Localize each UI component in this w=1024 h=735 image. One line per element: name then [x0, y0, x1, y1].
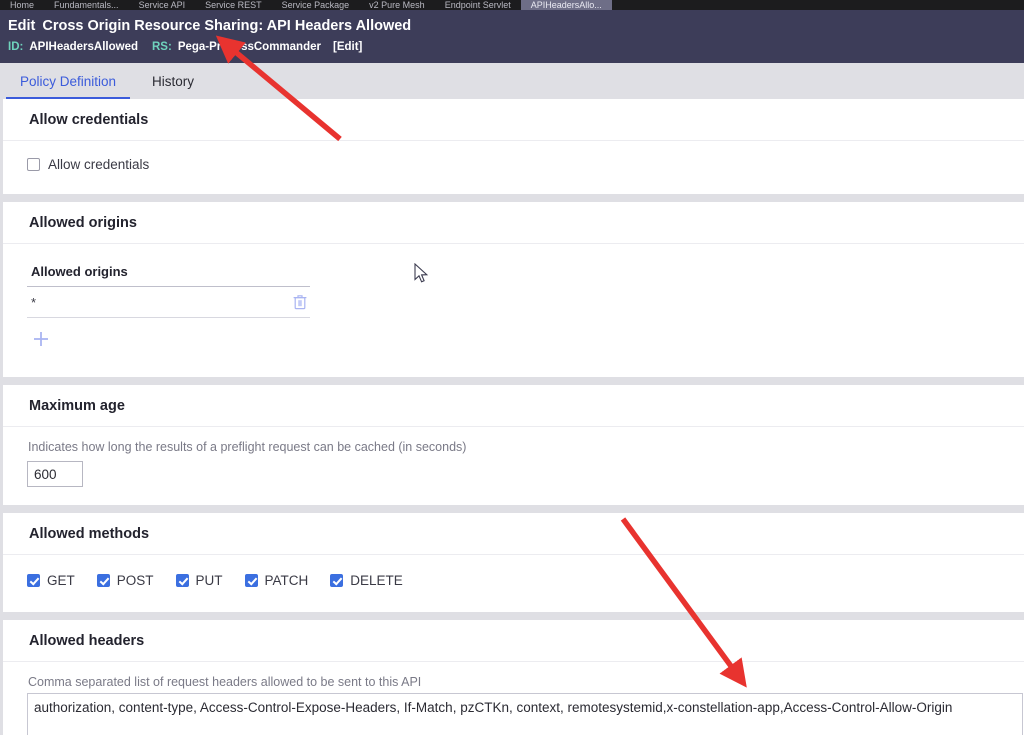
id-label: ID: [8, 41, 24, 53]
allowed-origins-add-row [27, 318, 310, 351]
tab-bar: Policy Definition History [0, 63, 1024, 99]
panel-allowed-headers: Allowed headers Comma separated list of … [0, 620, 1024, 735]
top-tab-home[interactable]: Home [0, 0, 44, 10]
trash-icon[interactable] [292, 293, 308, 311]
page-header: Edit Cross Origin Resource Sharing: API … [0, 10, 1024, 63]
top-tab-strip: Home Fundamentals... Service API Service… [0, 0, 1024, 10]
panel-title-allowed-headers: Allowed headers [29, 632, 145, 649]
allowed-origin-value[interactable]: * [31, 295, 36, 310]
method-label-delete: DELETE [350, 573, 403, 588]
panel-title-allow-credentials: Allow credentials [29, 111, 149, 128]
method-checkbox-post[interactable] [96, 574, 110, 587]
panel-maximum-age: Maximum age Indicates how long the resul… [0, 385, 1024, 505]
allowed-headers-hint: Comma separated list of request headers … [28, 675, 422, 689]
tab-history[interactable]: History [138, 63, 208, 99]
mouse-cursor [414, 263, 429, 283]
top-tab-endpoint-servlet[interactable]: Endpoint Servlet [435, 0, 521, 10]
panel-allow-credentials: Allow credentials Allow credentials [0, 99, 1024, 194]
method-checkbox-row-delete[interactable]: DELETE [330, 573, 403, 588]
method-label-post: POST [116, 573, 154, 588]
method-checkbox-row-post[interactable]: POST [96, 573, 154, 588]
panel-body-allow-credentials: Allow credentials [3, 141, 1024, 194]
panel-header-allowed-headers: Allowed headers [3, 620, 1024, 662]
allowed-headers-input[interactable] [27, 693, 1023, 735]
allowed-methods-row: GET POST PUT PATCH DELETE [27, 573, 998, 588]
ruleset-label: RS: [152, 41, 172, 53]
panel-allowed-methods: Allowed methods GET POST PUT PATCH DELET… [0, 513, 1024, 612]
panel-allowed-origins: Allowed origins Allowed origins * [0, 202, 1024, 377]
top-tab-fundamentals[interactable]: Fundamentals... [44, 0, 129, 10]
panel-body-allowed-headers: Comma separated list of request headers … [3, 662, 1024, 735]
panel-header-allowed-origins: Allowed origins [3, 202, 1024, 244]
method-checkbox-row-put[interactable]: PUT [175, 573, 223, 588]
header-action-label: Edit [8, 18, 36, 34]
panel-body-allowed-origins: Allowed origins * [3, 244, 1024, 377]
top-tab-api-headers-allowed[interactable]: APIHeadersAllo... [520, 0, 612, 10]
panel-title-allowed-methods: Allowed methods [29, 525, 150, 542]
method-label-put: PUT [195, 573, 223, 588]
allowed-origins-column-header: Allowed origins [27, 264, 310, 287]
page-title: Edit Cross Origin Resource Sharing: API … [8, 16, 1024, 36]
method-checkbox-delete[interactable] [330, 574, 344, 587]
panel-header-maximum-age: Maximum age [3, 385, 1024, 427]
method-label-get: GET [47, 573, 75, 588]
header-title-text: Cross Origin Resource Sharing: API Heade… [42, 18, 412, 34]
panel-header-allowed-methods: Allowed methods [3, 513, 1024, 555]
top-tab-service-api[interactable]: Service API [129, 0, 196, 10]
tab-policy-definition[interactable]: Policy Definition [6, 63, 131, 99]
ruleset-value: Pega-ProcessCommander [177, 41, 321, 53]
allow-credentials-checkbox-row[interactable]: Allow credentials [27, 157, 998, 172]
allowed-origins-grid: Allowed origins * [27, 264, 310, 351]
method-checkbox-patch[interactable] [244, 574, 258, 587]
content-area: Allow credentials Allow credentials Allo… [0, 99, 1024, 735]
method-checkbox-put[interactable] [175, 574, 189, 587]
app-screen: Home Fundamentals... Service API Service… [0, 0, 1024, 735]
allow-credentials-checkbox[interactable] [27, 158, 40, 171]
method-checkbox-get[interactable] [27, 574, 40, 587]
header-meta: ID: APIHeadersAllowed RS: Pega-ProcessCo… [8, 38, 1024, 57]
allow-credentials-label: Allow credentials [48, 157, 150, 172]
method-checkbox-row-get[interactable]: GET [27, 573, 75, 588]
panel-body-allowed-methods: GET POST PUT PATCH DELETE [3, 555, 1024, 612]
method-label-patch: PATCH [264, 573, 309, 588]
maximum-age-hint: Indicates how long the results of a pref… [28, 440, 467, 454]
panel-header-allow-credentials: Allow credentials [3, 99, 1024, 141]
panel-body-maximum-age: Indicates how long the results of a pref… [3, 427, 1024, 505]
top-tab-service-package[interactable]: Service Package [272, 0, 360, 10]
top-tab-v2-pure-mesh[interactable]: v2 Pure Mesh [359, 0, 435, 10]
panel-title-maximum-age: Maximum age [29, 397, 125, 414]
edit-link[interactable]: [Edit] [333, 38, 362, 57]
id-value: APIHeadersAllowed [29, 41, 138, 53]
method-checkbox-row-patch[interactable]: PATCH [244, 573, 309, 588]
maximum-age-input[interactable] [27, 461, 83, 487]
top-tab-service-rest[interactable]: Service REST [195, 0, 272, 10]
panel-title-allowed-origins: Allowed origins [29, 214, 137, 231]
table-row[interactable]: * [27, 287, 310, 318]
plus-icon[interactable] [31, 329, 51, 349]
